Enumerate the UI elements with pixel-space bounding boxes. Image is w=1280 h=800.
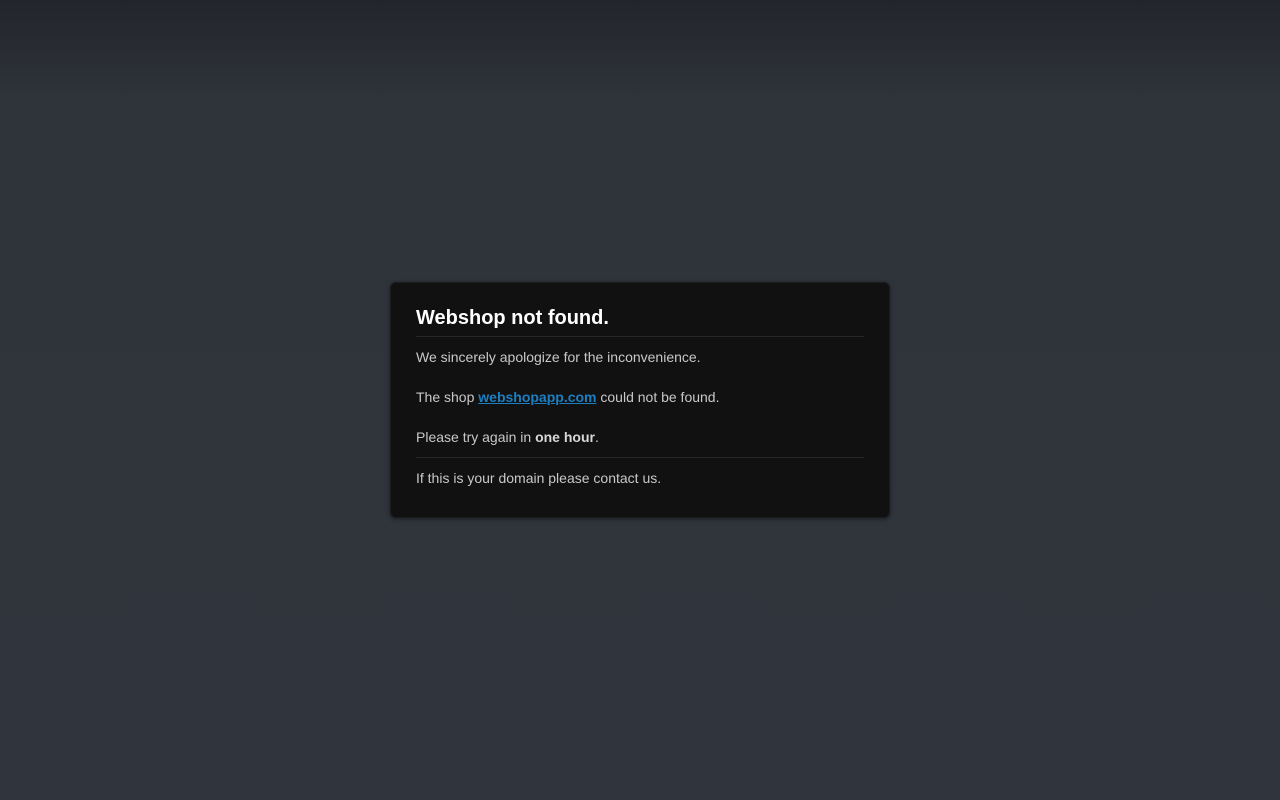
error-title: Webshop not found. [416,283,864,337]
contact-text: If this is your domain please contact us… [416,470,662,486]
retry-suffix: . [594,429,599,445]
shop-suffix: could not be found. [596,389,720,405]
retry-text: Please try again in one hour. [416,427,864,458]
shop-not-found-text: The shop webshopapp.com could not be fou… [416,387,864,407]
shop-prefix: The shop [416,389,479,405]
shop-domain-link[interactable]: webshopapp.com [478,389,596,405]
retry-duration: one hour [535,429,595,445]
error-card: Webshop not found. We sincerely apologiz… [390,282,890,518]
retry-prefix: Please try again in [416,429,536,445]
apology-text: We sincerely apologize for the inconveni… [416,349,701,365]
